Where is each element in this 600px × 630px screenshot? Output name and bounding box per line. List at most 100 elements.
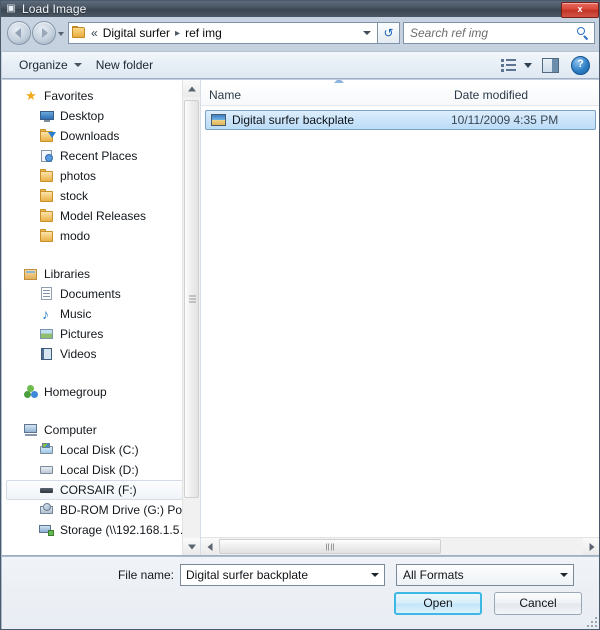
sidebar-item-storage-z[interactable]: Storage (\\192.168.1.50) (Z:) bbox=[6, 520, 196, 540]
breadcrumb-item-1[interactable]: ref img bbox=[183, 26, 224, 40]
forward-arrow-icon[interactable] bbox=[32, 21, 56, 45]
sidebar-item-label: Local Disk (C:) bbox=[60, 443, 139, 457]
sidebar-item-bd-rom-drive-g[interactable]: BD-ROM Drive (G:) Poser Pro bbox=[6, 500, 196, 520]
filename-chevron-down-icon[interactable] bbox=[367, 565, 384, 585]
search-icon bbox=[576, 26, 590, 41]
folder-icon bbox=[39, 228, 55, 244]
back-arrow-icon[interactable] bbox=[7, 21, 31, 45]
sidebar-item-downloads[interactable]: Downloads bbox=[6, 126, 196, 146]
folder-icon bbox=[39, 208, 55, 224]
folder-icon bbox=[39, 168, 55, 184]
organize-button[interactable]: Organize bbox=[12, 55, 89, 75]
view-options-chevron-down-icon[interactable] bbox=[524, 62, 532, 68]
breadcrumb-item-0[interactable]: Digital surfer bbox=[101, 26, 172, 40]
sidebar-item-label: modo bbox=[60, 229, 91, 243]
sidebar-scrollbar-thumb[interactable] bbox=[184, 100, 199, 498]
sidebar-item-recent-places[interactable]: Recent Places bbox=[6, 146, 196, 166]
sidebar-item-photos[interactable]: photos bbox=[6, 166, 196, 186]
sidebar-item-music[interactable]: ♪ Music bbox=[6, 304, 196, 324]
sidebar-item-corsair-f[interactable]: CORSAIR (F:) bbox=[6, 480, 196, 500]
refresh-icon[interactable]: ↺ bbox=[378, 22, 400, 44]
app-icon: ▣ bbox=[6, 3, 16, 14]
sidebar-item-label: Model Releases bbox=[60, 209, 147, 223]
view-options-icon[interactable] bbox=[500, 57, 518, 73]
network-drive-icon bbox=[39, 522, 55, 538]
dialog-buttons: Open Cancel bbox=[394, 592, 582, 615]
sort-ascending-icon bbox=[334, 80, 344, 83]
chevron-down-icon bbox=[73, 63, 82, 67]
sidebar-item-label: Storage (\\192.168.1.50) (Z:) bbox=[60, 523, 195, 537]
file-date-cell: 10/11/2009 4:35 PM bbox=[451, 113, 559, 127]
sidebar-item-label: Favorites bbox=[44, 89, 94, 103]
sidebar-item-stock[interactable]: stock bbox=[6, 186, 196, 206]
sidebar-item-model-releases[interactable]: Model Releases bbox=[6, 206, 196, 226]
filename-input[interactable]: Digital surfer backplate bbox=[180, 564, 385, 586]
sidebar-item-videos[interactable]: Videos bbox=[6, 344, 196, 364]
filename-label: File name: bbox=[117, 568, 174, 582]
sidebar-item-label: Downloads bbox=[60, 129, 120, 143]
address-chevron-down-icon[interactable] bbox=[359, 23, 375, 43]
preview-pane-icon[interactable] bbox=[542, 57, 559, 73]
title-bar[interactable]: ▣ Load Image x bbox=[1, 1, 599, 18]
sidebar-item-label: Videos bbox=[60, 347, 97, 361]
file-list-horizontal-scrollbar[interactable] bbox=[201, 537, 599, 555]
sidebar-scrollbar[interactable] bbox=[182, 80, 200, 555]
help-icon[interactable]: ? bbox=[571, 55, 590, 75]
breadcrumb-separator-0[interactable]: ▸ bbox=[172, 28, 183, 39]
sidebar-item-label: Libraries bbox=[44, 267, 91, 281]
file-type-chevron-down-icon[interactable] bbox=[556, 565, 573, 585]
column-header-name[interactable]: Name bbox=[201, 84, 446, 105]
folder-icon bbox=[39, 188, 55, 204]
downloads-icon bbox=[39, 128, 56, 144]
scroll-left-arrow-icon[interactable] bbox=[201, 538, 218, 555]
table-row[interactable]: Digital surfer backplate 10/11/2009 4:35… bbox=[205, 110, 596, 130]
breadcrumb-overflow[interactable]: « bbox=[90, 26, 101, 40]
sidebar-group-homegroup: Homegroup bbox=[2, 382, 200, 402]
music-icon: ♪ bbox=[42, 306, 49, 322]
sidebar-item-documents[interactable]: Documents bbox=[6, 284, 196, 304]
breadcrumb: « Digital surfer ▸ ref img bbox=[90, 26, 359, 40]
load-image-dialog: ▣ Load Image x « Digital surfer ▸ ref im… bbox=[0, 0, 600, 630]
column-header-date-modified[interactable]: Date modified bbox=[446, 84, 586, 105]
scroll-right-arrow-icon[interactable] bbox=[583, 538, 599, 555]
sidebar-group-libraries: Libraries Documents ♪ Music Pictures Vid… bbox=[2, 264, 200, 364]
sidebar-item-pictures[interactable]: Pictures bbox=[6, 324, 196, 344]
documents-icon bbox=[39, 286, 55, 302]
scroll-up-arrow-icon[interactable] bbox=[183, 80, 200, 97]
sidebar-item-label: Documents bbox=[60, 287, 121, 301]
optical-drive-icon bbox=[39, 502, 55, 518]
resize-grip[interactable] bbox=[585, 615, 597, 627]
horizontal-scrollbar-thumb[interactable] bbox=[219, 539, 441, 554]
sidebar-item-homegroup[interactable]: Homegroup bbox=[6, 382, 196, 402]
filename-value: Digital surfer backplate bbox=[186, 568, 309, 582]
sidebar-item-local-disk-c[interactable]: Local Disk (C:) bbox=[6, 440, 196, 460]
sidebar-item-label: stock bbox=[60, 189, 89, 203]
sidebar-item-local-disk-d[interactable]: Local Disk (D:) bbox=[6, 460, 196, 480]
command-toolbar: Organize New folder ? bbox=[2, 51, 599, 79]
sidebar-item-libraries[interactable]: Libraries bbox=[6, 264, 196, 284]
sidebar-item-computer[interactable]: Computer bbox=[6, 420, 196, 440]
disk-icon bbox=[39, 462, 55, 478]
sidebar-item-desktop[interactable]: Desktop bbox=[6, 106, 196, 126]
close-button[interactable]: x bbox=[561, 2, 599, 18]
sidebar-item-favorites[interactable]: ★ Favorites bbox=[6, 86, 196, 106]
new-folder-button[interactable]: New folder bbox=[89, 55, 160, 75]
usb-drive-icon bbox=[39, 482, 55, 498]
file-list-pane: Name Date modified Digital surfer backpl… bbox=[201, 80, 599, 555]
sidebar-item-modo[interactable]: modo bbox=[6, 226, 196, 246]
navigation-pane: ★ Favorites Desktop Downloads Recent Pla… bbox=[2, 80, 200, 555]
folder-icon bbox=[72, 26, 86, 39]
address-bar[interactable]: « Digital surfer ▸ ref img bbox=[68, 22, 378, 44]
organize-label: Organize bbox=[19, 58, 68, 72]
recent-pages-chevron-down-icon[interactable] bbox=[56, 22, 67, 44]
column-header-row: Name Date modified bbox=[201, 84, 599, 106]
file-type-select[interactable]: All Formats bbox=[396, 564, 574, 586]
search-placeholder: Search ref img bbox=[410, 26, 489, 40]
scroll-down-arrow-icon[interactable] bbox=[183, 538, 200, 555]
open-button[interactable]: Open bbox=[394, 592, 482, 615]
cancel-button[interactable]: Cancel bbox=[494, 592, 582, 615]
search-input[interactable]: Search ref img bbox=[403, 22, 595, 44]
system-disk-icon bbox=[39, 442, 55, 458]
